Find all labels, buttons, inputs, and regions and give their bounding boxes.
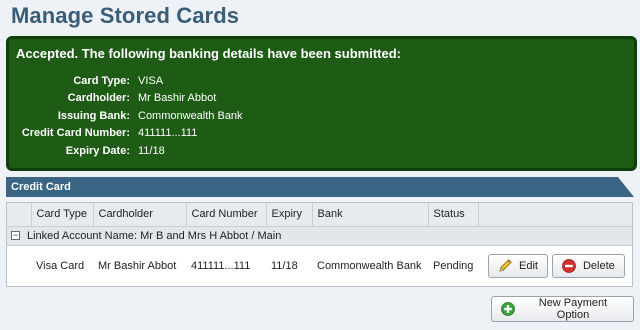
detail-expiry-date: Expiry Date: 11/18 — [9, 142, 243, 160]
confirmation-heading: Accepted. The following banking details … — [16, 46, 401, 61]
column-header-bank[interactable]: Bank — [312, 203, 429, 227]
detail-issuing-bank: Issuing Bank: Commonwealth Bank — [9, 107, 243, 125]
detail-value: Mr Bashir Abbot — [138, 92, 217, 105]
section-header-credit-card: Credit Card — [6, 177, 634, 197]
column-header-card-number[interactable]: Card Number — [186, 203, 267, 227]
table-header-row: Card Type Cardholder Card Number Expiry … — [7, 203, 632, 227]
column-header-cardholder[interactable]: Cardholder — [93, 203, 187, 227]
cell-card-type: Visa Card — [36, 259, 85, 272]
detail-value: 411111...111 — [138, 127, 198, 140]
group-row: − Linked Account Name: Mr B and Mrs H Abb… — [7, 226, 632, 246]
collapse-group-icon[interactable]: − — [11, 231, 20, 241]
detail-label: Cardholder: — [67, 92, 130, 105]
column-header-expiry[interactable]: Expiry — [266, 203, 313, 227]
add-icon — [500, 301, 516, 317]
delete-button[interactable]: Delete — [551, 253, 625, 278]
cell-status: Pending — [433, 259, 474, 272]
remove-icon — [561, 258, 577, 274]
new-payment-option-button[interactable]: New Payment Option — [491, 296, 634, 322]
new-payment-option-label: New Payment Option — [538, 297, 608, 321]
column-header-status[interactable]: Status — [428, 203, 479, 227]
edit-button-label: Edit — [519, 259, 538, 272]
page-title: Manage Stored Cards — [11, 3, 240, 28]
table-row: Visa Card Mr Bashir Abbot 411111...111 1… — [7, 245, 632, 286]
detail-label: Issuing Bank: — [57, 109, 130, 122]
detail-cardholder: Cardholder: Mr Bashir Abbot — [9, 90, 243, 108]
cards-table: Card Type Cardholder Card Number Expiry … — [6, 202, 633, 287]
cell-expiry: 11/18 — [271, 259, 298, 272]
column-header-expand — [7, 203, 32, 227]
detail-card-type: Card Type: VISA — [9, 72, 243, 90]
detail-value: Commonwealth Bank — [138, 109, 243, 122]
pencil-icon — [497, 258, 513, 274]
detail-card-number: Credit Card Number: 411111...111 — [9, 125, 243, 143]
cell-card-number: 411111...111 — [191, 259, 251, 272]
cell-bank: Commonwealth Bank — [317, 259, 422, 272]
confirmation-details: Card Type: VISA Cardholder: Mr Bashir Ab… — [9, 72, 243, 160]
column-header-actions — [478, 203, 632, 227]
cell-actions: Edit Delete — [478, 245, 632, 286]
row-spacer — [7, 245, 31, 286]
edit-button[interactable]: Edit — [488, 253, 548, 278]
confirmation-panel: Accepted. The following banking details … — [6, 36, 637, 171]
detail-label: Card Type: — [73, 74, 130, 87]
detail-label: Credit Card Number: — [21, 127, 130, 140]
detail-value: 11/18 — [138, 144, 165, 157]
detail-label: Expiry Date: — [65, 144, 130, 157]
group-label: Linked Account Name: Mr B and Mrs H Abbo… — [27, 229, 282, 242]
column-header-card-type[interactable]: Card Type — [31, 203, 94, 227]
delete-button-label: Delete — [582, 259, 615, 272]
cell-cardholder: Mr Bashir Abbot — [98, 259, 177, 272]
detail-value: VISA — [138, 74, 164, 87]
